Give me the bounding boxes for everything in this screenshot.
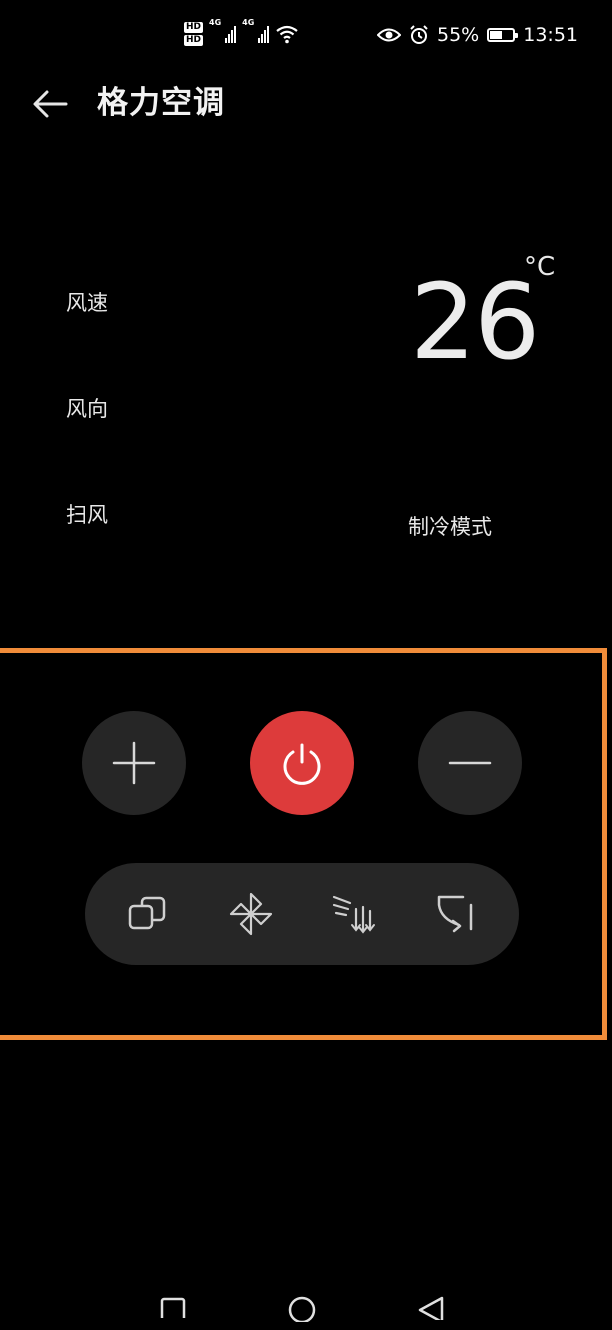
direction-button[interactable]: [426, 884, 486, 944]
fan-speed-label: 风速: [66, 291, 108, 315]
hd-badge-1: HD: [184, 22, 204, 33]
mode-button[interactable]: [118, 884, 178, 944]
hd-icon: HD HD: [184, 22, 204, 46]
decrease-temp-button[interactable]: [418, 711, 522, 815]
home-circle-icon: [288, 1296, 316, 1322]
signal-group: HD HD 4G 4G: [184, 18, 299, 50]
power-icon: [283, 743, 321, 785]
signal-icon: [225, 25, 237, 43]
minus-icon: [448, 761, 492, 765]
status-bar: HD HD 4G 4G 55% 13:51: [0, 0, 612, 70]
status-right-group: 55% 13:51: [377, 20, 578, 50]
battery-percent: 55%: [437, 24, 480, 46]
alarm-icon: [410, 25, 428, 44]
home-button[interactable]: [282, 1290, 322, 1330]
back-nav-button[interactable]: [411, 1290, 451, 1330]
back-button[interactable]: [30, 84, 70, 124]
direction-icon: [437, 895, 472, 933]
increase-temp-button[interactable]: [82, 711, 186, 815]
eye-icon: [377, 28, 401, 42]
recents-square-icon: [160, 1297, 186, 1318]
function-bar: [85, 863, 519, 965]
swing-label: 扫风: [66, 503, 108, 527]
battery-icon: [487, 28, 519, 42]
clock: 13:51: [523, 24, 578, 46]
power-button[interactable]: [250, 711, 354, 815]
arrow-left-icon: [33, 90, 68, 118]
temperature-value: 26: [410, 261, 540, 383]
swing-button[interactable]: [323, 884, 383, 944]
fan-direction-label: 风向: [66, 397, 108, 421]
back-triangle-icon: [418, 1296, 444, 1320]
mode-label: 制冷模式: [408, 515, 492, 539]
mode-icon: [129, 896, 166, 930]
network-type-2: 4G: [242, 18, 255, 27]
plus-icon: [112, 741, 156, 785]
fan-button[interactable]: [221, 884, 281, 944]
temperature-unit: °C: [524, 252, 556, 282]
hd-badge-2: HD: [184, 35, 204, 46]
control-panel: [0, 648, 607, 1040]
signal-icon: [258, 25, 270, 43]
page-title: 格力空调: [97, 85, 225, 121]
fan-icon: [229, 892, 272, 936]
swing-icon: [333, 895, 376, 934]
network-type-1: 4G: [209, 18, 222, 27]
wifi-icon: [276, 25, 298, 44]
battery-fill: [490, 31, 503, 39]
recents-button[interactable]: [153, 1290, 193, 1330]
